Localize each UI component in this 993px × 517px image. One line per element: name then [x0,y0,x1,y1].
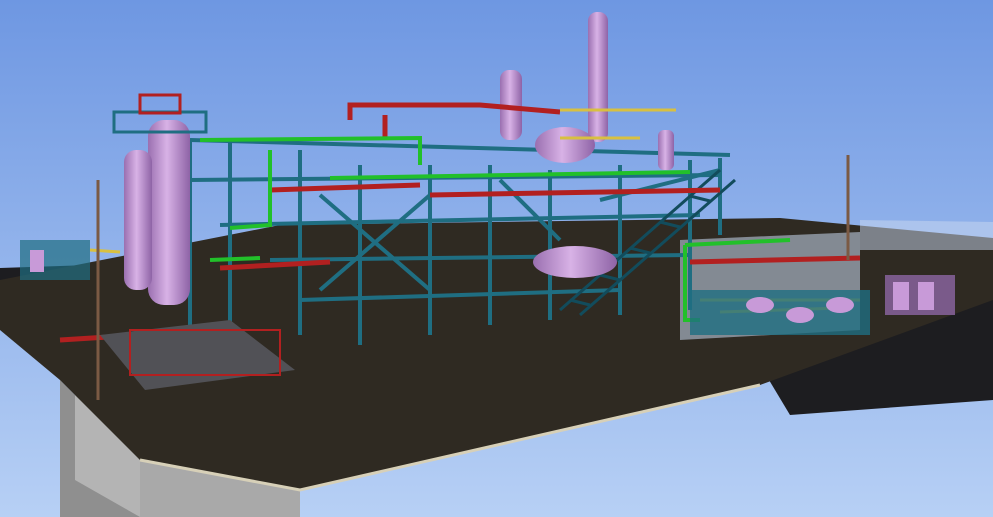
compressor-unit-far-right[interactable] [885,275,955,315]
equipment-small-left[interactable] [20,240,90,280]
glass-enclosure-far-right [860,220,993,250]
plant-3d-viewport[interactable] [0,0,993,517]
plant-model-render[interactable] [0,0,993,517]
pump-skid-right[interactable] [690,290,870,335]
